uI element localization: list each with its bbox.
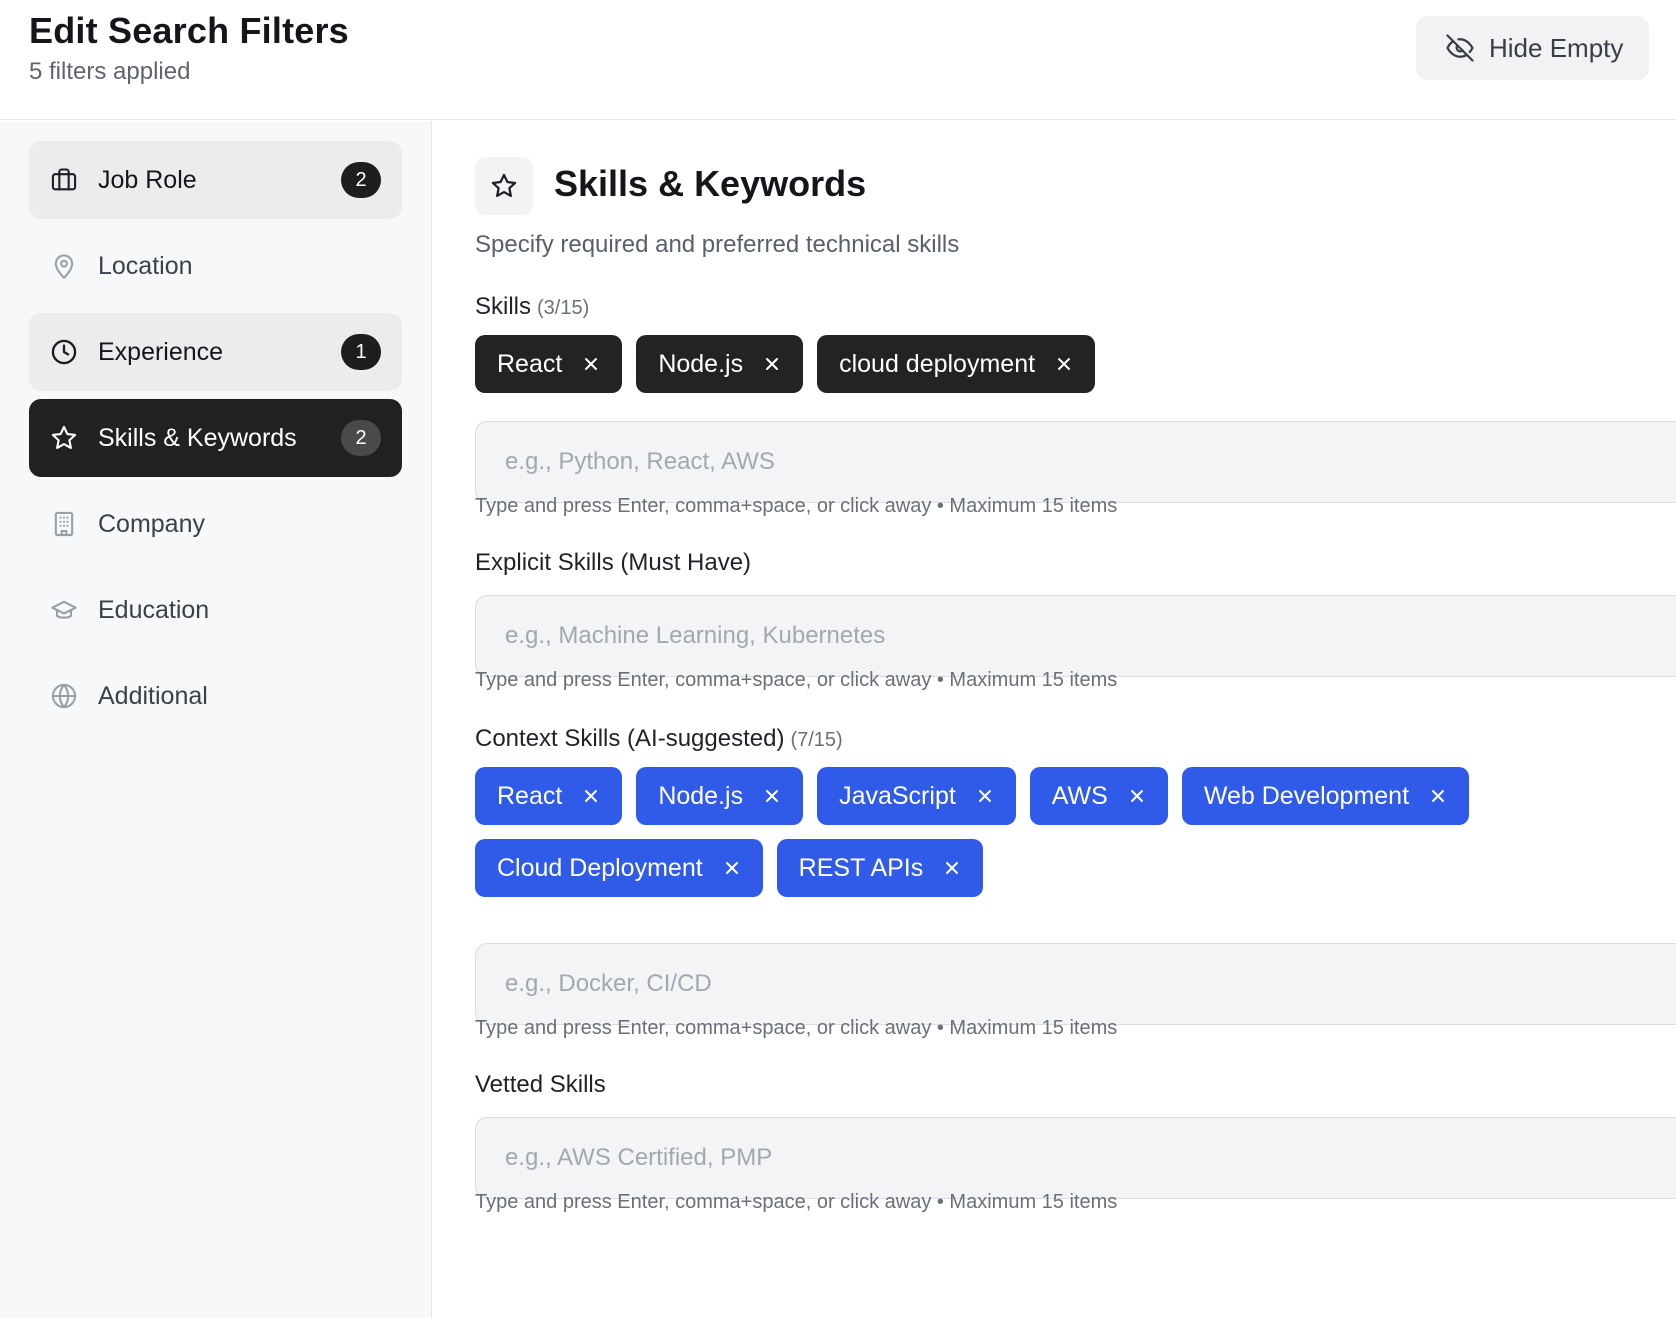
header: Edit Search Filters 5 filters applied Hi… [0, 0, 1676, 120]
briefcase-icon [49, 165, 79, 195]
chip-label: cloud deployment [839, 349, 1036, 378]
sidebar-item-label: Experience [98, 337, 224, 366]
filters-applied-count: 5 filters applied [29, 58, 191, 85]
sidebar-item-label: Education [98, 595, 210, 624]
close-icon[interactable] [1128, 787, 1146, 805]
graduation-cap-icon [49, 595, 79, 625]
star-icon [475, 157, 533, 215]
skill-chip[interactable]: Node.js [636, 335, 804, 393]
context-skills-input[interactable] [475, 943, 1676, 1025]
skill-chip[interactable]: cloud deployment [817, 335, 1096, 393]
chip-label: Node.js [658, 781, 744, 810]
context-chip-row-1: React Node.js JavaScript AWS Web Develop… [475, 767, 1470, 825]
close-icon[interactable] [1055, 355, 1073, 373]
section-title: Skills & Keywords [554, 163, 867, 204]
hide-empty-button[interactable]: Hide Empty [1416, 16, 1649, 80]
skills-label-text: Skills [475, 293, 532, 320]
skill-chip[interactable]: React [475, 335, 623, 393]
eye-off-icon [1445, 33, 1475, 63]
page-title: Edit Search Filters [29, 10, 349, 51]
chip-label: React [497, 781, 563, 810]
close-icon[interactable] [943, 859, 961, 877]
skills-chip-row: React Node.js cloud deployment [475, 335, 1096, 393]
close-icon[interactable] [976, 787, 994, 805]
explicit-skills-hint: Type and press Enter, comma+space, or cl… [475, 669, 1118, 691]
context-skills-label: Context Skills (AI-suggested) (7/15) [475, 725, 843, 753]
chip-label: React [497, 349, 563, 378]
map-pin-icon [49, 251, 79, 281]
sidebar-item-experience[interactable]: Experience 1 [29, 313, 402, 391]
context-skill-chip[interactable]: Node.js [636, 767, 804, 825]
context-skills-count: (7/15) [790, 729, 843, 751]
close-icon[interactable] [763, 787, 781, 805]
sidebar-item-education[interactable]: Education [29, 571, 402, 649]
context-skill-chip[interactable]: Web Development [1181, 767, 1470, 825]
vetted-skills-hint: Type and press Enter, comma+space, or cl… [475, 1191, 1118, 1213]
chip-label: REST APIs [798, 853, 924, 882]
sidebar-item-label: Job Role [98, 165, 197, 194]
explicit-skills-input[interactable] [475, 595, 1676, 677]
chip-label: Node.js [658, 349, 744, 378]
count-badge: 2 [341, 162, 381, 198]
main-panel: Skills & Keywords Specify required and p… [433, 121, 1676, 1318]
skills-hint: Type and press Enter, comma+space, or cl… [475, 495, 1118, 517]
close-icon[interactable] [1429, 787, 1447, 805]
skills-input[interactable] [475, 421, 1676, 503]
close-icon[interactable] [582, 787, 600, 805]
sidebar-item-label: Additional [98, 681, 208, 710]
sidebar-item-job-role[interactable]: Job Role 2 [29, 141, 402, 219]
explicit-skills-label: Explicit Skills (Must Have) [475, 549, 752, 576]
chip-label: JavaScript [839, 781, 956, 810]
close-icon[interactable] [763, 355, 781, 373]
sidebar-item-skills-keywords[interactable]: Skills & Keywords 2 [29, 399, 402, 477]
building-icon [49, 509, 79, 539]
count-badge: 1 [341, 334, 381, 370]
sidebar-item-location[interactable]: Location [29, 227, 402, 305]
context-skill-chip[interactable]: AWS [1029, 767, 1168, 825]
vetted-skills-input[interactable] [475, 1117, 1676, 1199]
chip-label: AWS [1051, 781, 1108, 810]
context-skills-hint: Type and press Enter, comma+space, or cl… [475, 1017, 1118, 1039]
context-skill-chip[interactable]: JavaScript [817, 767, 1016, 825]
context-skill-chip[interactable]: React [475, 767, 623, 825]
context-chip-row-2: Cloud Deployment REST APIs [475, 839, 984, 897]
skills-label: Skills (3/15) [475, 293, 589, 321]
sidebar-item-label: Skills & Keywords [98, 423, 297, 452]
skills-count: (3/15) [537, 297, 590, 319]
chip-label: Web Development [1203, 781, 1410, 810]
sidebar: Job Role 2 Location Experience 1 Skills … [0, 121, 432, 1318]
sidebar-item-label: Company [98, 509, 205, 538]
context-skills-label-text: Context Skills (AI-suggested) [475, 725, 785, 752]
hide-empty-label: Hide Empty [1489, 32, 1624, 63]
sidebar-item-company[interactable]: Company [29, 485, 402, 563]
globe-icon [49, 681, 79, 711]
clock-icon [49, 337, 79, 367]
chip-label: Cloud Deployment [497, 853, 703, 882]
count-badge: 2 [341, 420, 381, 456]
close-icon[interactable] [582, 355, 600, 373]
section-description: Specify required and preferred technical… [475, 231, 960, 258]
context-skill-chip[interactable]: REST APIs [776, 839, 984, 897]
close-icon[interactable] [723, 859, 741, 877]
vetted-skills-label: Vetted Skills [475, 1071, 606, 1098]
sidebar-item-label: Location [98, 251, 193, 280]
sidebar-item-additional[interactable]: Additional [29, 657, 402, 735]
star-icon [49, 423, 79, 453]
context-skill-chip[interactable]: Cloud Deployment [475, 839, 763, 897]
